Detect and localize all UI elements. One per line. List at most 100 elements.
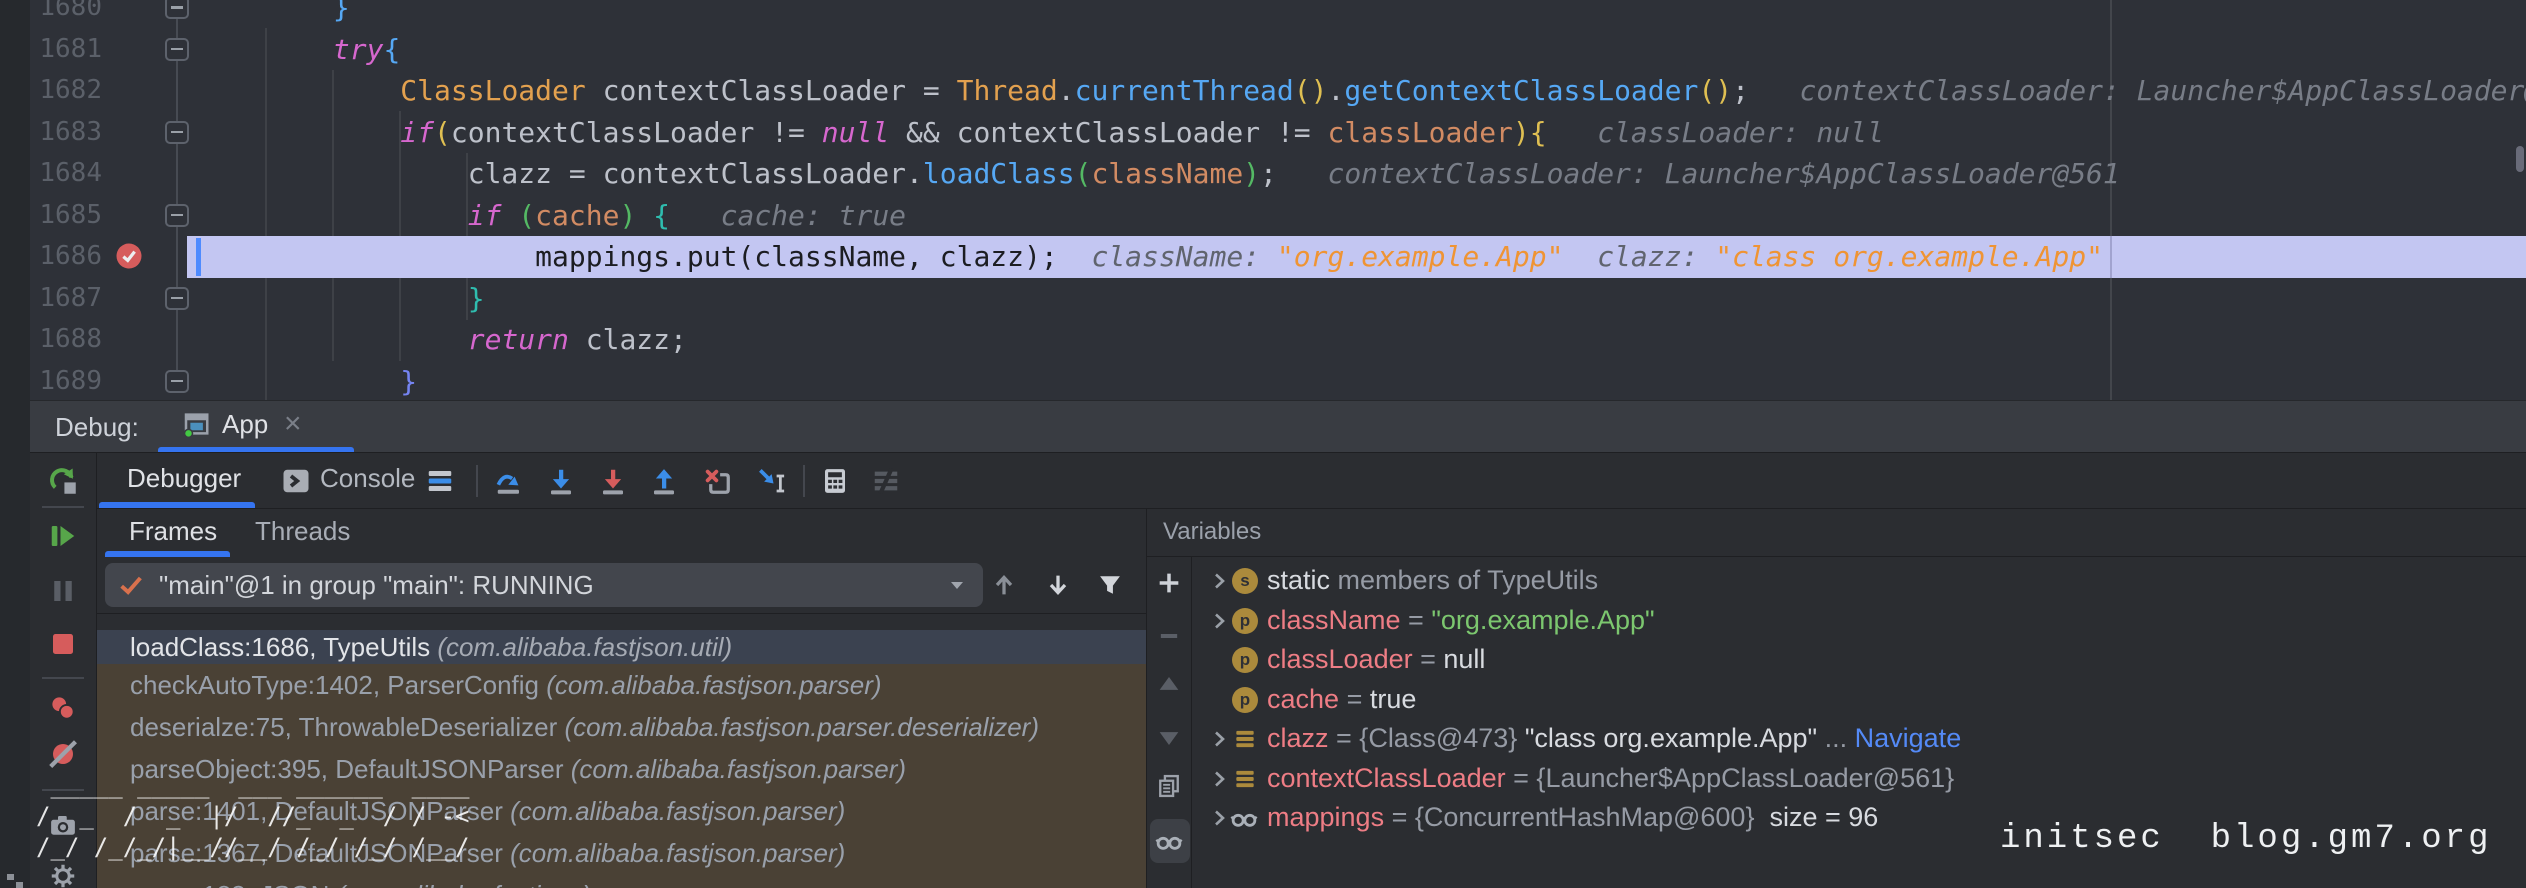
- right-margin-guide: [2110, 236, 2112, 278]
- variable-text: className = "org.example.App": [1267, 601, 1655, 641]
- move-up-icon[interactable]: [1155, 670, 1183, 698]
- line-number[interactable]: 1680: [36, 0, 102, 29]
- fold-marker[interactable]: [165, 204, 189, 227]
- value-icon: [1232, 766, 1258, 792]
- pause-program-icon[interactable]: [48, 576, 78, 606]
- code-line: 1687 }: [30, 278, 2526, 320]
- code-editor[interactable]: 1680 }1681 try{1682 ClassLoader contextC…: [30, 0, 2526, 400]
- chevron-right-icon[interactable]: [1207, 727, 1231, 751]
- step-over-icon[interactable]: [494, 466, 524, 496]
- layout-settings-icon[interactable]: [425, 466, 455, 496]
- code-text: return clazz;: [198, 319, 687, 361]
- next-frame-icon[interactable]: [1044, 571, 1072, 599]
- parameter-icon: p: [1232, 687, 1258, 713]
- show-watches-icon[interactable]: [1155, 827, 1183, 855]
- trace-stream-chain-icon[interactable]: [871, 466, 901, 496]
- settings-gear-icon[interactable]: [48, 861, 78, 888]
- value-icon: [1232, 726, 1258, 752]
- parameter-icon: p: [1232, 608, 1258, 634]
- stack-frame-row[interactable]: parse:183, JSON (com.alibaba.fastjson): [97, 874, 1146, 888]
- tab-threads[interactable]: Threads: [255, 509, 350, 553]
- fold-marker[interactable]: [165, 287, 189, 310]
- code-text: }: [198, 0, 350, 29]
- stop-icon[interactable]: [48, 629, 78, 659]
- variable-row[interactable]: contextClassLoader = {Launcher$AppClassL…: [1192, 759, 2526, 799]
- line-number[interactable]: 1682: [36, 70, 102, 112]
- variables-header: Variables: [1147, 509, 2526, 557]
- mute-breakpoints-icon[interactable]: [48, 739, 78, 769]
- frame-package: (com.alibaba.fastjson.parser): [571, 754, 906, 785]
- debug-toolwindow-header: Debug: App ×: [30, 400, 2526, 452]
- code-text: clazz = contextClassLoader.loadClass(cla…: [198, 153, 2120, 195]
- thread-selector-value: "main"@1 in group "main": RUNNING: [159, 563, 594, 607]
- tab-console[interactable]: Console: [320, 453, 415, 503]
- code-text: mappings.put(className, clazz); classNam…: [198, 236, 2103, 278]
- add-watch-icon[interactable]: [1155, 569, 1183, 597]
- variable-row[interactable]: clazz = {Class@473} "class org.example.A…: [1192, 719, 2526, 759]
- code-line: 1682 ClassLoader contextClassLoader = Th…: [30, 70, 2526, 112]
- breakpoint-icon[interactable]: [114, 241, 144, 271]
- stack-frame-row[interactable]: deserialze:75, ThrowableDeserializer (co…: [97, 706, 1146, 748]
- step-into-icon[interactable]: [546, 466, 576, 496]
- variable-row[interactable]: p className = "org.example.App": [1192, 601, 2526, 641]
- line-number[interactable]: 1687: [36, 278, 102, 320]
- variable-row[interactable]: pclassLoader = null: [1192, 640, 2526, 680]
- resume-program-icon[interactable]: [48, 521, 78, 551]
- chevron-right-icon[interactable]: [1207, 609, 1231, 633]
- variable-text: clazz = {Class@473} "class org.example.A…: [1267, 719, 1961, 759]
- fold-marker[interactable]: [165, 121, 189, 144]
- previous-frame-icon[interactable]: [990, 571, 1018, 599]
- run-to-cursor-icon[interactable]: [756, 466, 786, 496]
- line-number[interactable]: 1688: [36, 319, 102, 361]
- line-number[interactable]: 1686: [36, 236, 102, 278]
- remove-watch-icon[interactable]: [1155, 622, 1183, 650]
- variable-text: mappings = {ConcurrentHashMap@600} size …: [1267, 798, 1878, 838]
- line-number[interactable]: 1685: [36, 195, 102, 237]
- variable-row[interactable]: sstatic members of TypeUtils: [1192, 561, 2526, 601]
- tab-debugger[interactable]: Debugger: [127, 453, 241, 503]
- code-line: 1681 try{: [30, 29, 2526, 71]
- fold-marker[interactable]: [165, 0, 189, 19]
- tab-app-session[interactable]: App ×: [158, 401, 354, 453]
- evaluate-expression-icon[interactable]: [820, 466, 850, 496]
- fold-marker[interactable]: [165, 370, 189, 393]
- fold-marker[interactable]: [165, 38, 189, 61]
- view-breakpoints-icon[interactable]: [48, 693, 78, 723]
- chevron-right-icon[interactable]: [1207, 806, 1231, 830]
- line-number[interactable]: 1681: [36, 29, 102, 71]
- toolbar-separator: [803, 465, 805, 497]
- chevron-right-icon[interactable]: [1207, 569, 1231, 593]
- chevron-right-icon[interactable]: [1207, 767, 1231, 791]
- variable-text: contextClassLoader = {Launcher$AppClassL…: [1267, 759, 1954, 799]
- ide-window: 7: Structure 1680 }1681 try{1682 ClassLo…: [0, 0, 2526, 888]
- console-icon: [281, 466, 311, 496]
- stack-frame-row[interactable]: checkAutoType:1402, ParserConfig (com.al…: [97, 664, 1146, 706]
- navigate-link[interactable]: Navigate: [1855, 723, 1962, 754]
- rerun-icon[interactable]: [46, 464, 80, 498]
- debug-label: Debug:: [55, 401, 139, 453]
- drop-frame-icon[interactable]: [702, 466, 732, 496]
- frame-package: (com.alibaba.fastjson): [337, 880, 591, 888]
- frame-method: parse:183, JSON: [130, 880, 337, 888]
- code-line: 1689 }: [30, 361, 2526, 401]
- step-out-icon[interactable]: [649, 466, 679, 496]
- code-text: if (cache) { cache: true: [198, 195, 906, 237]
- force-step-into-icon[interactable]: [598, 466, 628, 496]
- thread-selector[interactable]: "main"@1 in group "main": RUNNING: [105, 563, 983, 607]
- copy-value-icon[interactable]: [1155, 772, 1183, 800]
- code-text: }: [198, 361, 417, 401]
- code-text: if(contextClassLoader != null && context…: [198, 112, 1884, 154]
- variable-row[interactable]: pcache = true: [1192, 680, 2526, 720]
- move-down-icon[interactable]: [1155, 724, 1183, 752]
- tab-frames[interactable]: Frames: [129, 509, 217, 553]
- hide-library-frames-icon[interactable]: [1096, 571, 1124, 599]
- stack-frame-row[interactable]: loadClass:1686, TypeUtils (com.alibaba.f…: [97, 630, 1146, 664]
- close-icon[interactable]: ×: [284, 401, 302, 447]
- frame-method: checkAutoType:1402, ParserConfig: [130, 670, 546, 701]
- line-number[interactable]: 1684: [36, 153, 102, 195]
- line-number[interactable]: 1689: [36, 361, 102, 401]
- thread-running-check-icon: [117, 571, 145, 599]
- line-number[interactable]: 1683: [36, 112, 102, 154]
- ascii-watermark: _____ _____ ___ ______ ____ / _ / _ |/ /…: [36, 770, 469, 863]
- active-tab-underline: [99, 502, 255, 508]
